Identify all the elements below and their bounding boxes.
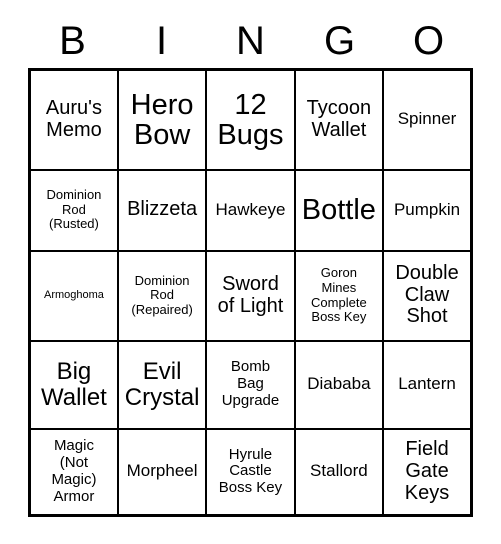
bingo-cell[interactable]: Blizzeta (116, 168, 208, 252)
bingo-cell[interactable]: Dominion Rod (Rusted) (28, 168, 119, 252)
bingo-cell[interactable]: Hawkeye (205, 168, 296, 252)
bingo-cell[interactable]: Field Gate Keys (382, 427, 473, 517)
bingo-cell-label: Goron Mines Complete Boss Key (311, 265, 367, 325)
bingo-cell[interactable]: Morpheel (116, 427, 208, 517)
bingo-cell[interactable]: Evil Crystal (116, 339, 208, 430)
bingo-cell-label: Diababa (307, 374, 371, 394)
bingo-cell[interactable]: Bottle (293, 168, 385, 252)
bingo-cell-label: Spinner (397, 109, 457, 129)
bingo-header-letter-g: G (323, 19, 356, 63)
bingo-cell[interactable]: 12 Bugs (205, 68, 296, 171)
bingo-cell-label: Hawkeye (215, 199, 286, 219)
bingo-cell-label: Magic (Not Magic) Armor (51, 437, 97, 505)
bingo-card: B I N G O Auru's Memo Hero Bow 12 Bugs T… (28, 14, 473, 517)
bingo-cell-label: Double Claw Shot (395, 262, 459, 328)
bingo-cell-label: Dominion Rod (Repaired) (131, 272, 193, 317)
bingo-cell[interactable]: Pumpkin (382, 168, 473, 252)
bingo-row: Magic (Not Magic) Armor Morpheel Hyrule … (28, 427, 473, 517)
bingo-row: Big Wallet Evil Crystal Bomb Bag Upgrade… (28, 339, 473, 430)
bingo-row: Armoghoma Dominion Rod (Repaired) Sword … (28, 249, 473, 342)
bingo-cell[interactable]: Sword of Light (205, 249, 296, 342)
bingo-cell-label: 12 Bugs (217, 88, 284, 151)
bingo-cell[interactable]: Stallord (293, 427, 385, 517)
bingo-cell-label: Field Gate Keys (404, 438, 450, 504)
bingo-grid: Auru's Memo Hero Bow 12 Bugs Tycoon Wall… (28, 68, 473, 517)
bingo-cell-label: Auru's Memo (45, 97, 102, 141)
bingo-row: Dominion Rod (Rusted) Blizzeta Hawkeye B… (28, 168, 473, 252)
bingo-cell-label: Lantern (398, 374, 456, 394)
bingo-cell[interactable]: Diababa (293, 339, 385, 430)
bingo-cell-label: Hero Bow (130, 88, 194, 151)
bingo-cell-label: Dominion Rod (Rusted) (46, 187, 102, 232)
bingo-cell-label: Hyrule Castle Boss Key (218, 445, 283, 497)
bingo-cell[interactable]: Spinner (382, 68, 473, 171)
bingo-cell-label: Bottle (301, 193, 376, 226)
bingo-cell[interactable]: Dominion Rod (Repaired) (116, 249, 208, 342)
bingo-cell[interactable]: Armoghoma (28, 249, 119, 342)
bingo-cell-label: Armoghoma (43, 289, 104, 302)
bingo-cell[interactable]: Hero Bow (116, 68, 208, 171)
bingo-cell[interactable]: Hyrule Castle Boss Key (205, 427, 296, 517)
bingo-cell-label: Blizzeta (127, 198, 198, 221)
bingo-header-row: B I N G O (28, 14, 473, 68)
bingo-cell[interactable]: Big Wallet (28, 339, 119, 430)
bingo-header-letter-n: N (236, 19, 265, 63)
bingo-cell[interactable]: Auru's Memo (28, 68, 119, 171)
bingo-row: Auru's Memo Hero Bow 12 Bugs Tycoon Wall… (28, 68, 473, 171)
bingo-cell-label: Sword of Light (217, 272, 284, 317)
bingo-cell-label: Evil Crystal (124, 358, 200, 411)
bingo-cell[interactable]: Double Claw Shot (382, 249, 473, 342)
bingo-cell-label: Pumpkin (393, 199, 461, 219)
bingo-cell-label: Tycoon Wallet (306, 97, 372, 141)
bingo-header-letter-o: O (412, 19, 445, 63)
bingo-cell-label: Bomb Bag Upgrade (221, 358, 280, 409)
bingo-cell[interactable]: Tycoon Wallet (293, 68, 385, 171)
bingo-cell[interactable]: Goron Mines Complete Boss Key (293, 249, 385, 342)
bingo-cell[interactable]: Magic (Not Magic) Armor (28, 427, 119, 517)
bingo-cell-label: Morpheel (126, 461, 198, 481)
bingo-cell[interactable]: Lantern (382, 339, 473, 430)
bingo-cell-label: Big Wallet (41, 358, 107, 411)
bingo-header-letter-b: B (59, 19, 86, 63)
bingo-header-letter-i: I (155, 19, 168, 63)
bingo-cell-label: Stallord (310, 461, 368, 481)
bingo-cell[interactable]: Bomb Bag Upgrade (205, 339, 296, 430)
